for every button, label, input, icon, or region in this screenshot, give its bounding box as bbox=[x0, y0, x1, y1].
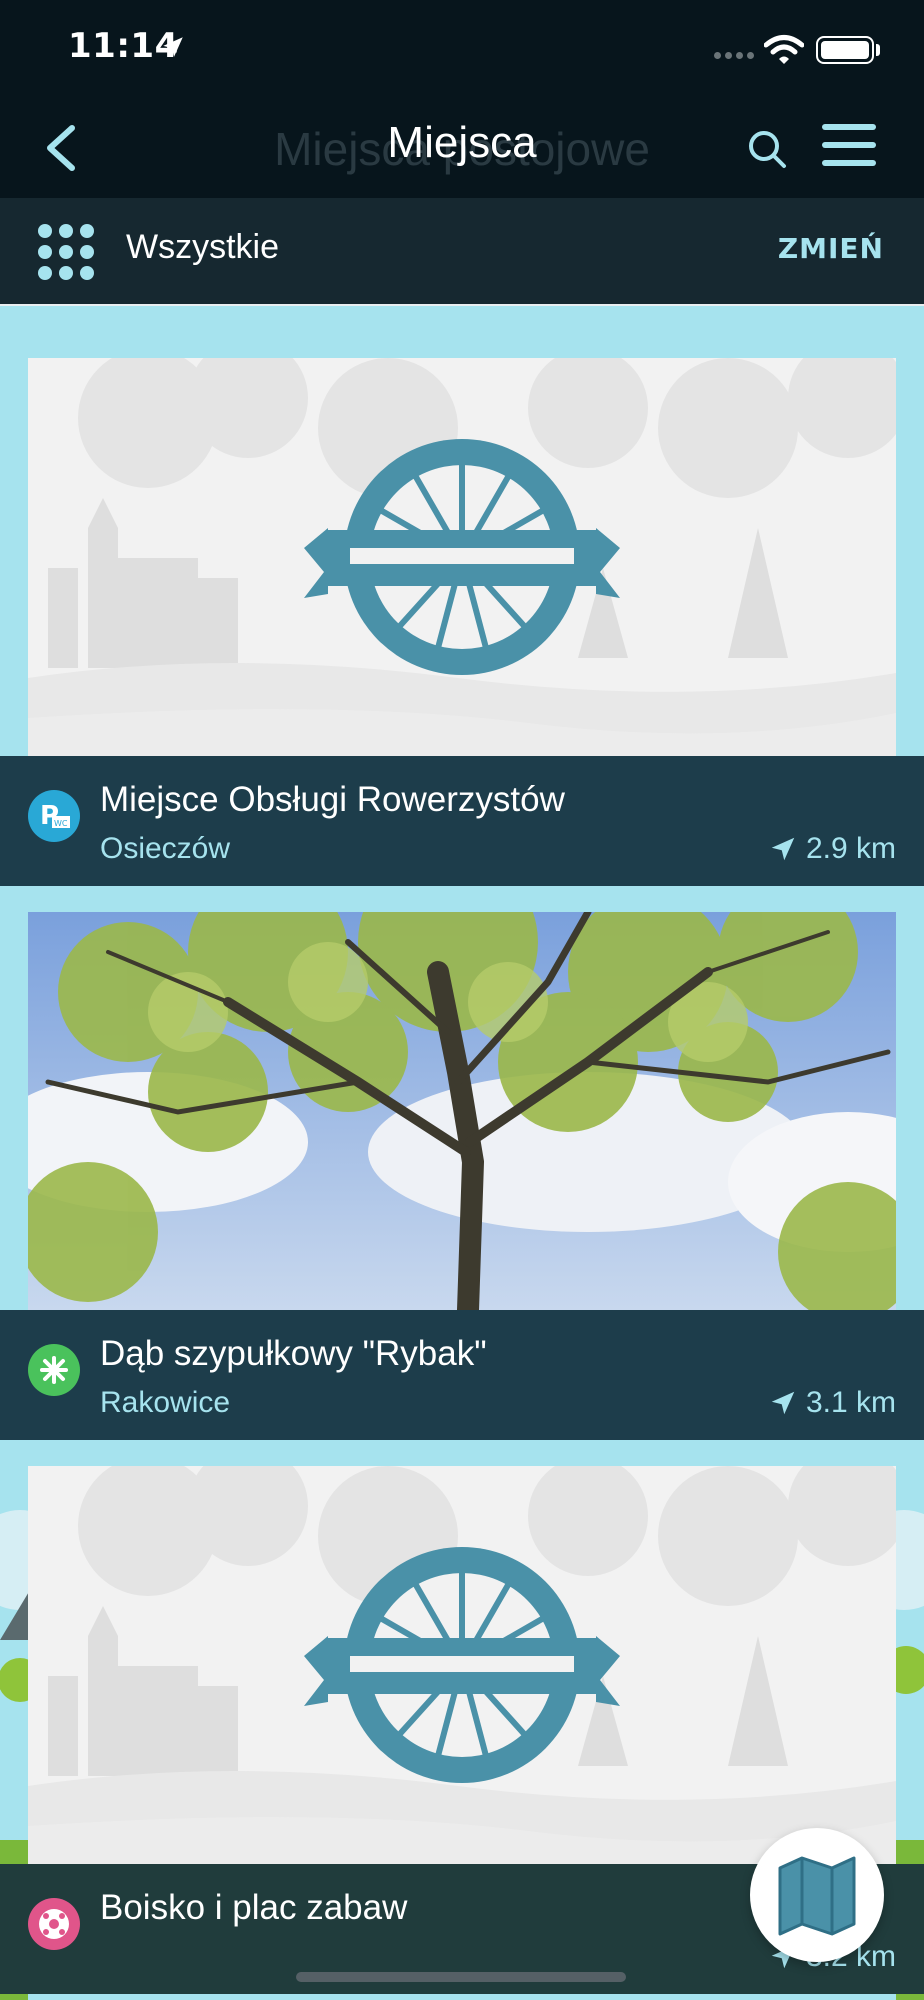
place-distance: 2.9 km bbox=[768, 832, 896, 866]
navigation-bar: Miejsca postojowe Miejsca bbox=[0, 100, 924, 198]
place-card[interactable]: Dąb szypułkowy "Rybak" Rakowice 3.1 km bbox=[0, 886, 924, 1440]
wifi-icon bbox=[764, 35, 804, 64]
change-filter-button[interactable]: ZMIEŃ bbox=[778, 232, 884, 265]
filter-label: Wszystkie bbox=[126, 228, 279, 266]
nature-icon bbox=[28, 1344, 80, 1396]
map-view-button[interactable] bbox=[750, 1828, 884, 1962]
place-title: Dąb szypułkowy "Rybak" bbox=[100, 1334, 487, 1373]
place-distance: 3.1 km bbox=[768, 1386, 896, 1420]
ball-icon bbox=[28, 1898, 80, 1950]
hamburger-menu-icon[interactable] bbox=[822, 124, 876, 172]
place-image-placeholder bbox=[28, 1466, 896, 1864]
cellular-signal-icon bbox=[714, 52, 754, 59]
home-indicator[interactable] bbox=[296, 1972, 626, 1982]
place-card[interactable]: P WC Miejsce Obsługi Rowerzystów Osieczó… bbox=[0, 306, 924, 886]
place-photo bbox=[28, 912, 896, 1310]
place-title: Boisko i plac zabaw bbox=[100, 1888, 408, 1927]
place-title: Miejsce Obsługi Rowerzystów bbox=[100, 780, 565, 819]
distance-value: 2.9 km bbox=[805, 832, 896, 865]
location-arrow-icon bbox=[163, 37, 183, 57]
navigation-arrow-icon bbox=[771, 837, 795, 861]
place-town: Rakowice bbox=[100, 1386, 231, 1419]
place-town: Osieczów bbox=[100, 832, 231, 865]
search-icon[interactable] bbox=[744, 126, 790, 172]
category-filter-bar: Wszystkie ZMIEŃ bbox=[0, 198, 924, 306]
status-bar: 11:14 bbox=[0, 0, 924, 100]
place-info-panel: Dąb szypułkowy "Rybak" Rakowice 3.1 km bbox=[0, 1310, 924, 1440]
place-image-placeholder bbox=[28, 358, 896, 756]
navigation-arrow-icon bbox=[771, 1391, 795, 1415]
svg-text:WC: WC bbox=[54, 819, 68, 828]
folded-map-icon bbox=[778, 1856, 856, 1936]
distance-value: 3.1 km bbox=[805, 1386, 896, 1419]
grid-dots-icon[interactable] bbox=[38, 224, 94, 280]
place-info-panel: P WC Miejsce Obsługi Rowerzystów Osieczó… bbox=[0, 756, 924, 886]
parking-wc-icon: P WC bbox=[28, 790, 80, 842]
battery-icon bbox=[816, 36, 874, 64]
